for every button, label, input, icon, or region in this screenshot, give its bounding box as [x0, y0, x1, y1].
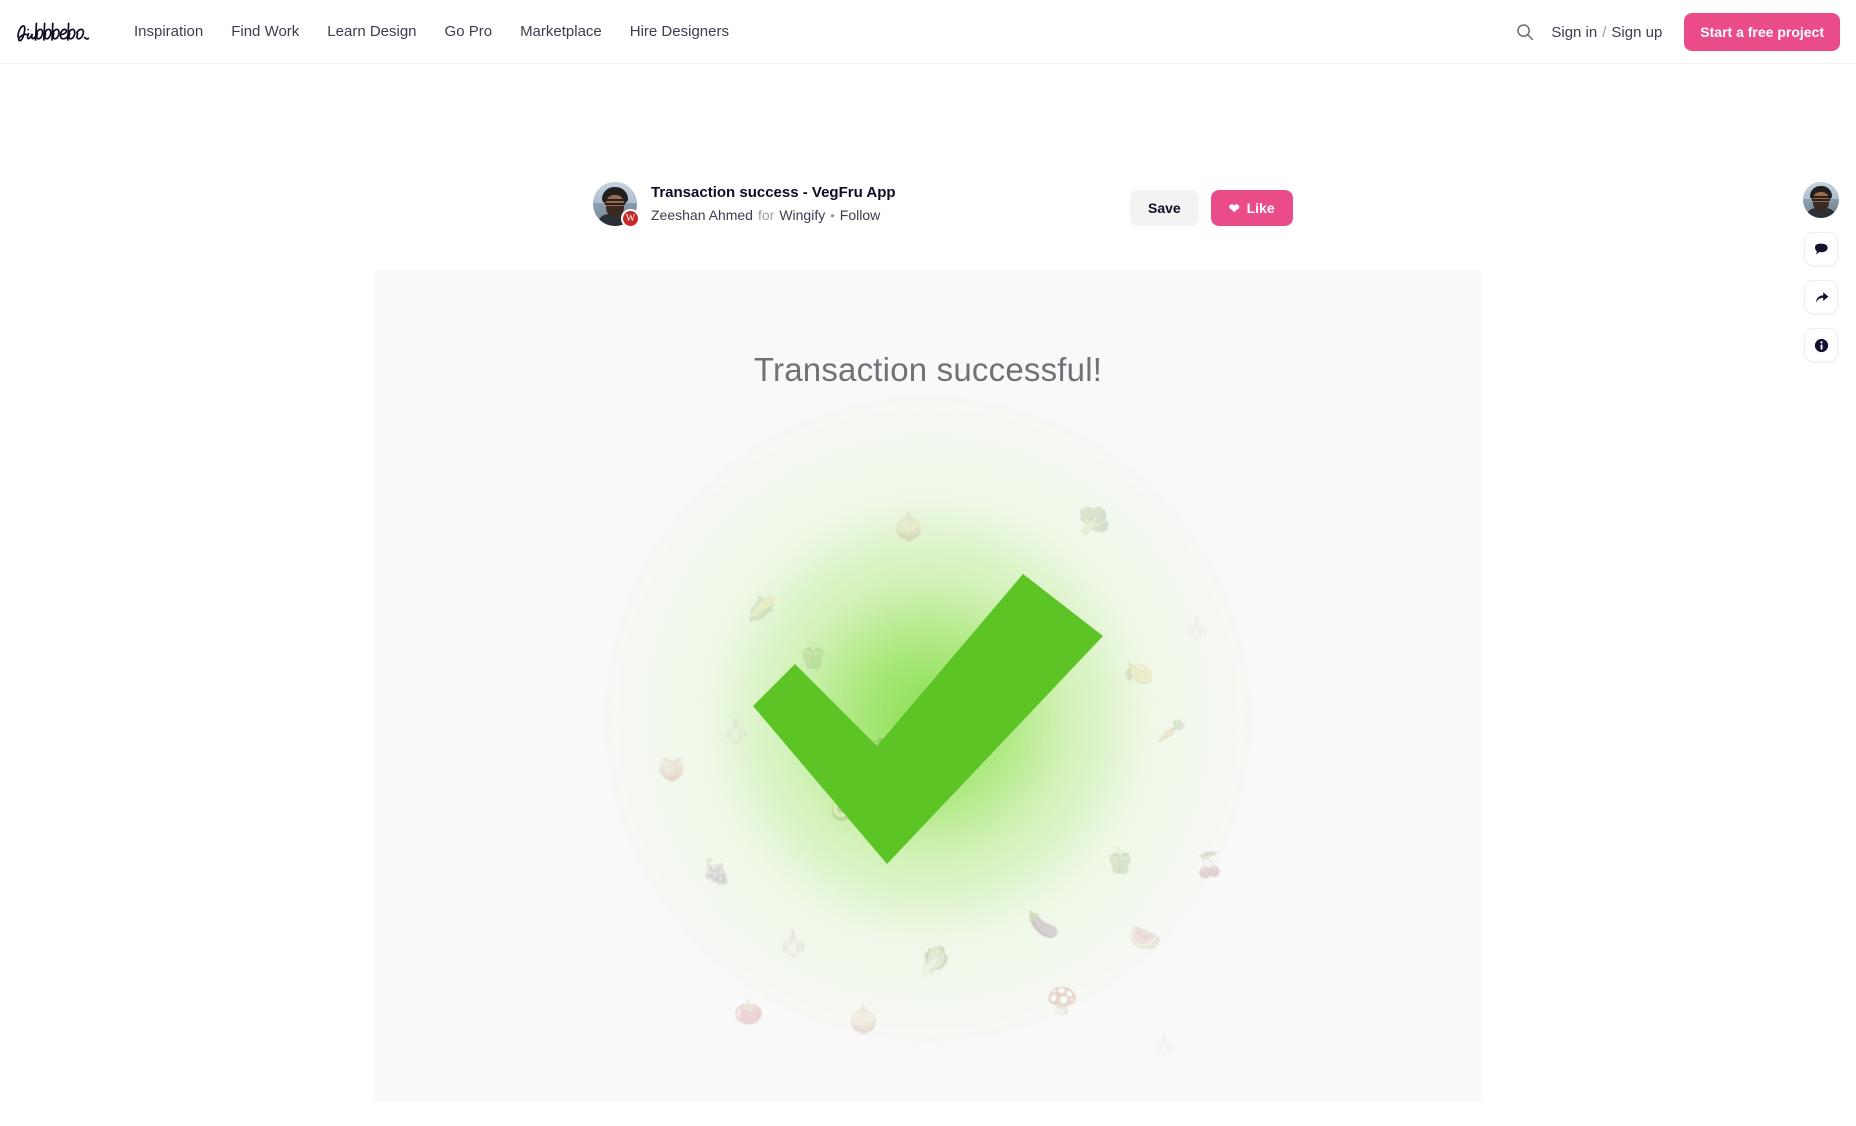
info-icon [1814, 338, 1828, 352]
auth-separator: / [1602, 23, 1607, 41]
grapes-icon: 🍇 [701, 858, 732, 886]
cherries-icon: 🍒 [1194, 852, 1225, 880]
watermelon-icon: 🍉 [1129, 921, 1162, 952]
auth-links: Sign in / Sign up [1551, 24, 1662, 41]
nav-item-marketplace[interactable]: Marketplace [506, 17, 616, 46]
red-onion-icon: 🧅 [847, 1004, 881, 1035]
mushroom-icon: 🍄 [1046, 985, 1079, 1016]
broccoli-icon: 🥦 [1078, 505, 1111, 536]
spring-onion-icon: 🧄 [1152, 1034, 1178, 1057]
save-button[interactable]: Save [1130, 190, 1199, 226]
sign-up-link[interactable]: Sign up [1611, 24, 1662, 41]
search-icon [1517, 24, 1534, 41]
byline-for-label: for [757, 207, 775, 224]
beet-icon: 🥕 [1156, 717, 1187, 745]
shot-header: W Transaction success - VegFru App Zeesh… [593, 182, 896, 228]
peach-icon: 🍑 [658, 757, 686, 783]
nav-item-inspiration[interactable]: Inspiration [120, 17, 217, 46]
comment-button[interactable] [1804, 232, 1838, 266]
success-illustration: 🧅🥦🌽🫑🥝🍋🧄🧄🍑🍍🎃🥑🥕🍇🫑🍒🧄🥬🍆🍉🍄🍅🧅🧄 [608, 399, 1248, 1055]
search-button[interactable] [1509, 16, 1541, 48]
leek-icon: 🧄 [1183, 616, 1211, 642]
yellow-pepper-icon: 🫑 [1103, 844, 1137, 875]
nav-item-find-work[interactable]: Find Work [217, 17, 313, 46]
dribbble-wordmark-logo [17, 22, 90, 41]
cabbage-icon: 🥬 [916, 946, 952, 978]
header-right-group: Sign in / Sign up Start a free project [1509, 0, 1840, 64]
main-navigation: Inspiration Find Work Learn Design Go Pr… [120, 17, 743, 46]
share-button[interactable] [1804, 280, 1838, 314]
nav-item-go-pro[interactable]: Go Pro [431, 17, 507, 46]
shot-title-group: Transaction success - VegFru App Zeeshan… [651, 184, 896, 224]
eggplant-icon: 🍆 [1027, 908, 1060, 939]
start-free-project-button[interactable]: Start a free project [1684, 13, 1840, 51]
right-rail [1803, 182, 1839, 362]
page-title: Transaction success - VegFru App [651, 184, 896, 202]
team-badge: W [621, 209, 640, 228]
comment-icon [1814, 243, 1828, 255]
site-header: Inspiration Find Work Learn Design Go Pr… [0, 0, 1856, 64]
checkmark-icon [753, 574, 1103, 864]
like-label: Like [1246, 200, 1275, 216]
author-avatar-wrap[interactable]: W [593, 182, 640, 228]
byline-brand[interactable]: Wingify [779, 207, 825, 224]
lemon-wedge-icon: 🍋 [1124, 660, 1155, 688]
follow-link[interactable]: Follow [840, 207, 880, 224]
byline-author[interactable]: Zeeshan Ahmed [651, 207, 753, 224]
info-button[interactable] [1804, 328, 1838, 362]
artwork-headline: Transaction successful! [753, 351, 1103, 388]
nav-item-hire-designers[interactable]: Hire Designers [616, 17, 743, 46]
dribbble-logo[interactable] [16, 19, 90, 45]
garlic-clove-icon: 🧄 [721, 717, 751, 745]
byline-dot: • [830, 207, 835, 223]
rail-avatar-wrap[interactable] [1803, 182, 1839, 218]
avatar [1803, 182, 1839, 218]
heart-icon: ❤ [1228, 200, 1240, 216]
share-icon [1815, 291, 1828, 303]
tomato-icon: 🍅 [733, 999, 764, 1027]
shot-actions: Save ❤ Like [1130, 190, 1293, 226]
sign-in-link[interactable]: Sign in [1551, 24, 1597, 41]
onion-icon: 🧅 [892, 512, 925, 542]
byline: Zeeshan Ahmed for Wingify • Follow [651, 207, 896, 224]
like-button[interactable]: ❤ Like [1210, 190, 1293, 226]
shot-artwork[interactable]: Transaction successful! 🧅🥦🌽🫑🥝🍋🧄🧄🍑🍍🎃🥑🥕🍇🫑🍒… [373, 269, 1483, 1102]
nav-item-learn-design[interactable]: Learn Design [313, 17, 430, 46]
garlic-bulb-icon: 🧄 [777, 928, 810, 958]
